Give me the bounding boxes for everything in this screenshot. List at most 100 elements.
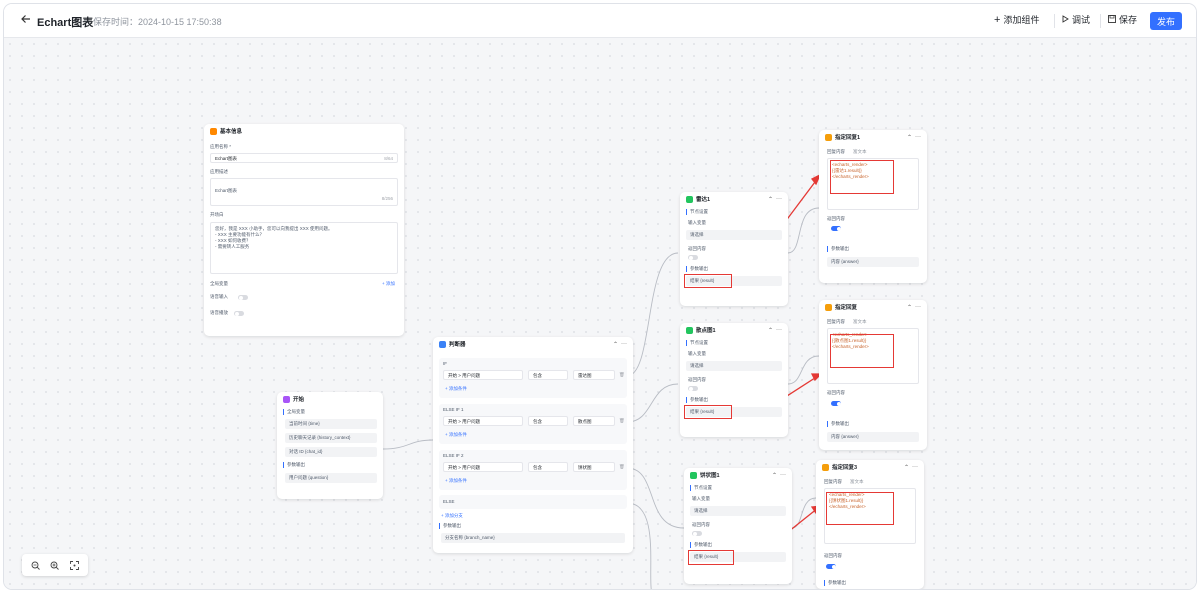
app-name-input[interactable]: Echart图表 8/64 [210, 153, 398, 163]
input-select[interactable]: 请选择 [690, 506, 786, 516]
reply1-node[interactable]: 指定回复1 ⌃ ··· 回复内容 富文本 <echarts_render> {{… [819, 130, 927, 283]
add-condition-button[interactable]: + 添加条件 [445, 478, 467, 484]
collapse-icon[interactable]: ⌃ [768, 327, 773, 334]
trash-icon[interactable]: 🗑 [619, 372, 625, 378]
input-select[interactable]: 请选择 [686, 361, 782, 371]
back-arrow-icon[interactable] [20, 13, 34, 27]
node-title: 基本信息 [220, 129, 243, 135]
content-mode-select[interactable]: 富文本 [853, 149, 867, 155]
content-label: 回复内容 [824, 479, 842, 484]
pie-node[interactable]: 饼状图1 ⌃ ··· 节点设置 输入变量 请选择 返回内容 参数输出 结果 {r… [684, 468, 792, 584]
node-title: 指定回复3 [832, 465, 858, 471]
return-toggle[interactable] [831, 226, 841, 231]
more-icon[interactable]: ··· [776, 196, 782, 202]
app-desc-value: Echart图表 [215, 188, 238, 193]
start-icon [283, 395, 290, 403]
scatter-node[interactable]: 散点图1 ⌃ ··· 节点设置 输入变量 请选择 返回内容 参数输出 结果 {r… [680, 323, 788, 437]
divider [1100, 14, 1101, 28]
save-button[interactable]: 保存 [1108, 13, 1137, 26]
start-node[interactable]: 开始 全局变量 当前时间 {time} 历史聊天记录 {history_cont… [277, 392, 383, 499]
workflow-canvas[interactable]: 基本信息 应用名称 * Echart图表 8/64 应用描述 Echart图表 … [4, 38, 1196, 589]
condition-variable-select[interactable]: 开始 > 用户问题 [443, 416, 523, 426]
return-toggle[interactable] [826, 564, 836, 569]
zoom-out-icon[interactable] [30, 559, 42, 571]
section-marker [690, 542, 691, 548]
condition-operator-select[interactable]: 包含 [528, 462, 568, 472]
fit-view-icon[interactable] [68, 559, 80, 571]
section-marker [824, 580, 825, 586]
reply-icon [825, 303, 832, 311]
section-title: 参数输出 [831, 246, 849, 251]
reply3-node[interactable]: 指定回复3 ⌃ ··· 回复内容 富文本 <echarts_render> {{… [816, 460, 924, 589]
condition-operator-select[interactable]: 包含 [528, 370, 568, 380]
add-condition-button[interactable]: + 添加条件 [445, 432, 467, 438]
highlight-box [684, 405, 732, 419]
voice-play-toggle[interactable] [234, 311, 244, 316]
debug-button[interactable]: 调试 [1062, 13, 1090, 26]
opening-textarea[interactable]: 您好，我是 XXX 小助手，您可以向我提出 XXX 使用问题。 - XXX 主要… [210, 222, 398, 274]
condition-value-input[interactable]: 雷达图 [573, 370, 615, 380]
param-field: 分支名称 {branch_name} [441, 533, 625, 543]
save-label: 保存 [1119, 15, 1138, 25]
return-toggle[interactable] [688, 255, 698, 260]
app-name-label: 应用名称 * [210, 144, 232, 149]
return-toggle[interactable] [688, 386, 698, 391]
collapse-icon[interactable]: ⌃ [904, 464, 909, 471]
more-icon[interactable]: ··· [621, 341, 627, 347]
highlight-box [684, 274, 732, 288]
branch-label: ELSE IF 1 [443, 407, 464, 412]
return-toggle[interactable] [831, 401, 841, 406]
collapse-icon[interactable]: ⌃ [772, 472, 777, 479]
collapse-icon[interactable]: ⌃ [907, 304, 912, 311]
variable-field: 历史聊天记录 {history_context} [285, 433, 377, 443]
basic-info-node[interactable]: 基本信息 应用名称 * Echart图表 8/64 应用描述 Echart图表 … [204, 124, 404, 336]
judge-node[interactable]: 判断器 ⌃ ··· IF 开始 > 用户问题 包含 雷达图 🗑 + 添加条件 E… [433, 337, 633, 553]
function-icon [686, 195, 693, 203]
section-marker [690, 485, 691, 491]
condition-value-input[interactable]: 散点图 [573, 416, 615, 426]
more-icon[interactable]: ··· [915, 304, 921, 310]
publish-button[interactable]: 发布 [1150, 12, 1182, 30]
add-component-button[interactable]: + 添加组件 [994, 13, 1039, 26]
collapse-icon[interactable]: ⌃ [613, 341, 618, 348]
section-marker [827, 246, 828, 252]
add-variable-button[interactable]: + 添加 [382, 281, 395, 287]
collapse-icon[interactable]: ⌃ [907, 134, 912, 141]
section-title: 参数输出 [443, 523, 461, 528]
more-icon[interactable]: ··· [780, 472, 786, 478]
condition-value-input[interactable]: 饼状图 [573, 462, 615, 472]
collapse-icon[interactable]: ⌃ [768, 196, 773, 203]
debug-label: 调试 [1072, 15, 1091, 25]
radar-node[interactable]: 雷达1 ⌃ ··· 节点设置 输入变量 请选择 返回内容 参数输出 结果 {re… [680, 192, 788, 306]
more-icon[interactable]: ··· [912, 464, 918, 470]
input-label: 输入变量 [692, 496, 710, 501]
more-icon[interactable]: ··· [915, 134, 921, 140]
trash-icon[interactable]: 🗑 [619, 418, 625, 424]
reply2-node[interactable]: 指定回复 ⌃ ··· 回复内容 富文本 <echarts_render> {{散… [819, 300, 927, 450]
node-title: 散点图1 [696, 328, 716, 334]
condition-variable-select[interactable]: 开始 > 用户问题 [443, 462, 523, 472]
condition-operator-select[interactable]: 包含 [528, 416, 568, 426]
branch-label: ELSE IF 2 [443, 453, 464, 458]
return-label: 返回内容 [827, 216, 845, 221]
return-toggle[interactable] [692, 531, 702, 536]
add-condition-button[interactable]: + 添加条件 [445, 386, 467, 392]
add-branch-button[interactable]: + 添加分支 [441, 513, 463, 519]
param-field: 内容 {answer} [827, 432, 919, 442]
return-label: 返回内容 [824, 553, 842, 558]
trash-icon[interactable]: 🗑 [619, 464, 625, 470]
more-icon[interactable]: ··· [776, 327, 782, 333]
function-icon [686, 326, 693, 334]
zoom-in-icon[interactable] [49, 559, 61, 571]
global-vars-label: 全局变量 [210, 281, 228, 286]
input-select[interactable]: 请选择 [686, 230, 782, 240]
content-mode-select[interactable]: 富文本 [850, 479, 864, 485]
elseif2-branch: ELSE IF 2 开始 > 用户问题 包含 饼状图 🗑 + 添加条件 [439, 450, 627, 490]
app-desc-label: 应用描述 [210, 169, 228, 174]
content-mode-select[interactable]: 富文本 [853, 319, 867, 325]
app-desc-textarea[interactable]: Echart图表 8/256 [210, 178, 398, 206]
condition-variable-select[interactable]: 开始 > 用户问题 [443, 370, 523, 380]
app-icon [210, 127, 217, 135]
voice-input-toggle[interactable] [238, 295, 248, 300]
section-title: 节点设置 [690, 340, 708, 345]
